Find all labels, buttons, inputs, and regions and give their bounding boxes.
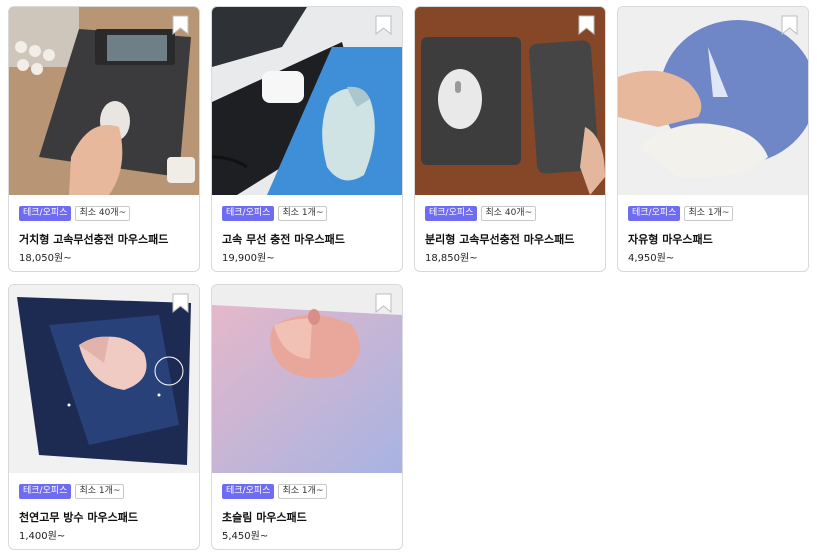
product-image[interactable]: [415, 7, 605, 195]
product-info: 테크/오피스 최소 1개~ 초슬림 마우스패드 5,450원~: [212, 473, 402, 549]
product-card[interactable]: 테크/오피스 최소 1개~ 초슬림 마우스패드 5,450원~: [211, 284, 403, 550]
category-badge: 테크/오피스: [19, 206, 72, 221]
product-card[interactable]: 테크/오피스 최소 1개~ 자유형 마우스패드 4,950원~: [617, 6, 809, 272]
product-price: 18,050원~: [19, 253, 72, 264]
category-badge: 테크/오피스: [222, 484, 275, 499]
category-badge: 테크/오피스: [222, 206, 275, 221]
product-card[interactable]: 테크/오피스 최소 1개~ 고속 무선 충전 마우스패드 19,900원~: [211, 6, 403, 272]
bookmark-icon[interactable]: [172, 293, 189, 313]
product-image[interactable]: [9, 7, 199, 195]
product-name[interactable]: 거치형 고속무선충전 마우스패드: [19, 231, 168, 247]
product-card[interactable]: 테크/오피스 최소 40개~ 분리형 고속무선충전 마우스패드 18,850원~: [414, 6, 606, 272]
product-name[interactable]: 자유형 마우스패드: [628, 231, 713, 247]
product-info: 테크/오피스 최소 40개~ 분리형 고속무선충전 마우스패드 18,850원~: [415, 195, 605, 271]
product-price: 5,450원~: [222, 531, 269, 542]
min-order-badge: 최소 40개~: [481, 206, 537, 221]
bookmark-icon[interactable]: [578, 15, 595, 35]
min-order-badge: 최소 1개~: [684, 206, 734, 221]
product-image[interactable]: [9, 285, 199, 473]
product-card[interactable]: 테크/오피스 최소 40개~ 거치형 고속무선충전 마우스패드 18,050원~: [8, 6, 200, 272]
product-price: 1,400원~: [19, 531, 66, 542]
product-name[interactable]: 초슬림 마우스패드: [222, 509, 307, 525]
min-order-badge: 최소 1개~: [278, 206, 328, 221]
bookmark-icon[interactable]: [172, 15, 189, 35]
min-order-badge: 최소 1개~: [278, 484, 328, 499]
category-badge: 테크/오피스: [628, 206, 681, 221]
product-info: 테크/오피스 최소 1개~ 자유형 마우스패드 4,950원~: [618, 195, 808, 271]
product-image[interactable]: [212, 285, 402, 473]
product-name[interactable]: 고속 무선 충전 마우스패드: [222, 231, 345, 247]
category-badge: 테크/오피스: [19, 484, 72, 499]
product-info: 테크/오피스 최소 1개~ 고속 무선 충전 마우스패드 19,900원~: [212, 195, 402, 271]
min-order-badge: 최소 1개~: [75, 484, 125, 499]
min-order-badge: 최소 40개~: [75, 206, 131, 221]
product-price: 4,950원~: [628, 253, 675, 264]
product-name[interactable]: 분리형 고속무선충전 마우스패드: [425, 231, 574, 247]
product-image[interactable]: [212, 7, 402, 195]
category-badge: 테크/오피스: [425, 206, 478, 221]
bookmark-icon[interactable]: [375, 15, 392, 35]
product-price: 18,850원~: [425, 253, 478, 264]
product-info: 테크/오피스 최소 40개~ 거치형 고속무선충전 마우스패드 18,050원~: [9, 195, 199, 271]
bookmark-icon[interactable]: [781, 15, 798, 35]
product-name[interactable]: 천연고무 방수 마우스패드: [19, 509, 138, 525]
product-info: 테크/오피스 최소 1개~ 천연고무 방수 마우스패드 1,400원~: [9, 473, 199, 549]
product-card[interactable]: 테크/오피스 최소 1개~ 천연고무 방수 마우스패드 1,400원~: [8, 284, 200, 550]
bookmark-icon[interactable]: [375, 293, 392, 313]
product-price: 19,900원~: [222, 253, 275, 264]
product-image[interactable]: [618, 7, 808, 195]
